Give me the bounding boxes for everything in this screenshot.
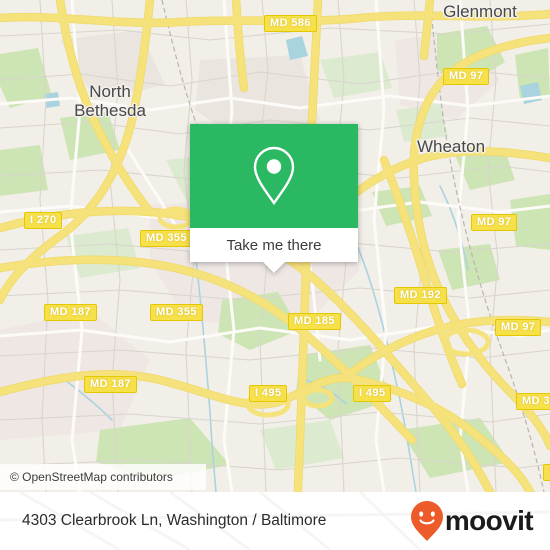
place-label-glenmont: Glenmont	[443, 2, 517, 21]
moovit-wordmark: moovit	[444, 505, 534, 536]
destination-popup[interactable]: Take me there	[190, 124, 358, 273]
road-shield-md-97[interactable]: MD 97	[471, 214, 518, 231]
footer-bar: 4303 Clearbrook Ln, Washington / Baltimo…	[0, 492, 550, 550]
road-shield-md-187[interactable]: MD 187	[84, 376, 137, 393]
road-shield-md-97[interactable]: MD 97	[495, 319, 542, 336]
place-label-wheaton: Wheaton	[417, 137, 485, 156]
osm-attribution-text: © OpenStreetMap contributors	[10, 470, 173, 484]
map-screenshot: .rdM { fill:none; stroke:#f6e27a; stroke…	[0, 0, 550, 550]
popup-tail-pointer	[263, 262, 285, 273]
place-label-north-bethesda: North Bethesda	[74, 82, 146, 120]
road-shield-md-185[interactable]: MD 185	[288, 313, 341, 330]
road-shield-md-192[interactable]: MD 192	[394, 287, 447, 304]
road-shield-md-187[interactable]: MD 187	[44, 304, 97, 321]
road-shield-md-586[interactable]: MD 586	[264, 15, 317, 32]
map-canvas[interactable]: .rdM { fill:none; stroke:#f6e27a; stroke…	[0, 0, 550, 492]
take-me-there-label: Take me there	[226, 236, 322, 254]
road-shield-md-355[interactable]: MD 355	[140, 230, 193, 247]
road-shield-md-97[interactable]: MD 97	[443, 68, 490, 85]
place-label-line: Bethesda	[74, 101, 146, 120]
moovit-logo[interactable]: moovit	[410, 500, 534, 542]
address-label: 4303 Clearbrook Ln, Washington / Baltimo…	[22, 512, 327, 529]
road-shield-i-495[interactable]: I 495	[249, 385, 288, 402]
osm-attribution[interactable]: © OpenStreetMap contributors	[0, 464, 206, 490]
road-shield-partial[interactable]: S	[543, 464, 550, 481]
moovit-pin-smiley-icon	[410, 501, 443, 541]
road-shield-md-39[interactable]: MD 39	[516, 393, 550, 410]
take-me-there-button[interactable]: Take me there	[190, 228, 358, 262]
road-shield-i-495[interactable]: I 495	[353, 385, 392, 402]
popup-header	[190, 124, 358, 228]
map-pin-icon	[253, 146, 295, 206]
place-label-line: Wheaton	[416, 137, 486, 156]
road-shield-md-355[interactable]: MD 355	[150, 304, 203, 321]
road-shield-i-270[interactable]: I 270	[24, 212, 63, 229]
place-label-line: North	[89, 82, 131, 101]
place-label-line: Glenmont	[443, 2, 517, 21]
